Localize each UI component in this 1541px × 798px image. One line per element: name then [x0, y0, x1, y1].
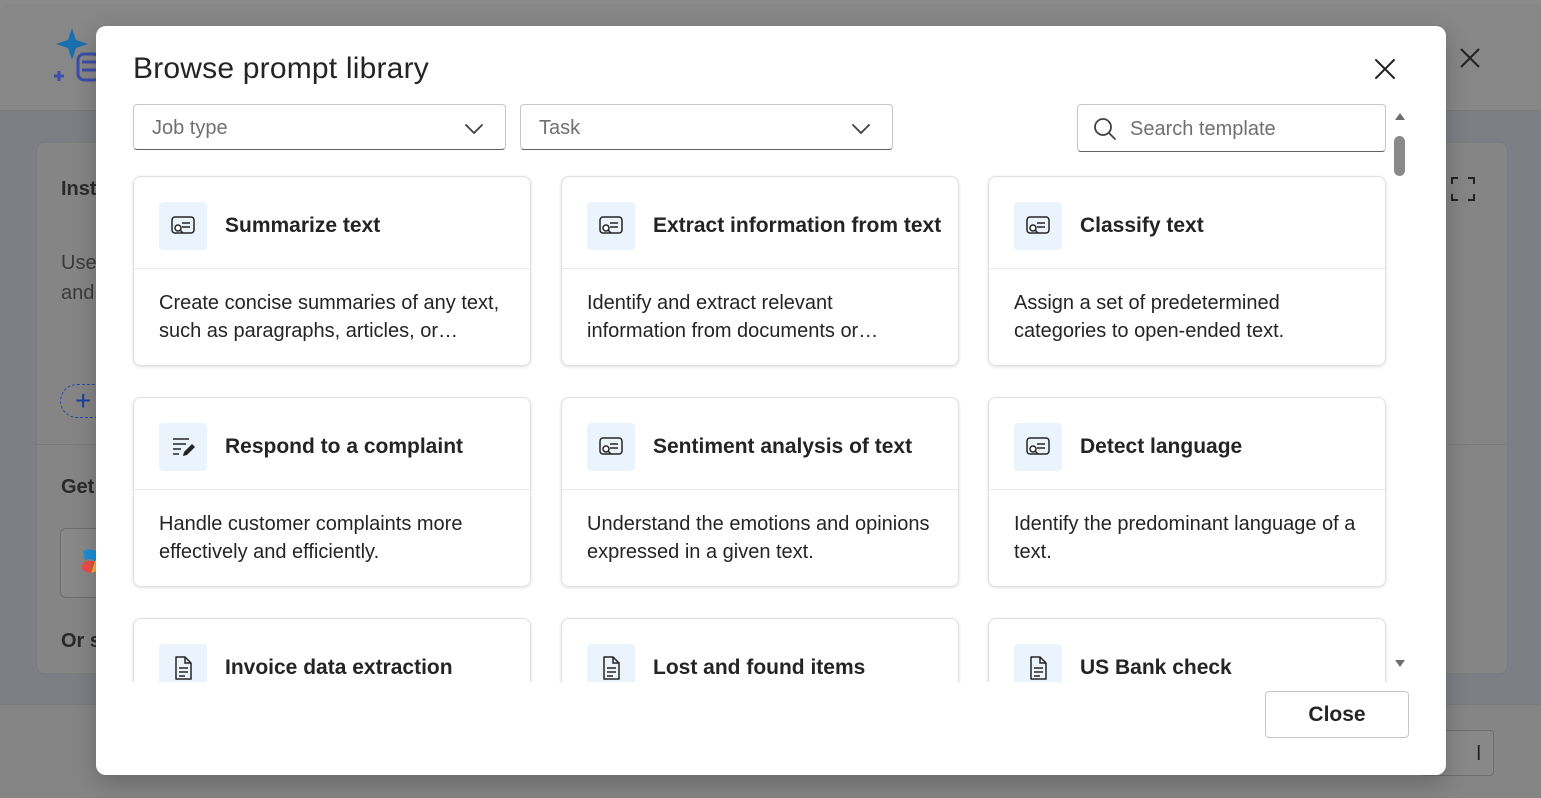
search-template-box: [1077, 104, 1386, 152]
card-title: Invoice data extraction: [225, 656, 453, 679]
prompt-library-dialog: Browse prompt library Job type Task Sear…: [96, 26, 1446, 775]
template-card-us-bank-check[interactable]: US Bank check: [988, 618, 1386, 682]
search-icon: [1094, 118, 1116, 140]
background-close-icon: [1460, 48, 1480, 68]
card-description: Understand the emotions and opinions exp…: [587, 513, 930, 563]
dialog-title: Browse prompt library: [133, 52, 429, 85]
template-card-respond-to-complaint[interactable]: Respond to a complaint Handle customer c…: [133, 397, 531, 587]
background-description-line: and: [61, 282, 95, 304]
scroll-up-arrow-icon[interactable]: [1394, 110, 1406, 122]
card-divider: [989, 268, 1385, 269]
close-button[interactable]: Close: [1265, 691, 1409, 738]
template-card-summarize-text[interactable]: Summarize text Create concise summaries …: [133, 176, 531, 366]
card-icon-container: [587, 423, 635, 471]
expand-icon: [1451, 177, 1475, 201]
text-search-icon: [1026, 437, 1050, 455]
text-edit-icon: [173, 438, 195, 456]
card-icon-container: [1014, 644, 1062, 682]
card-icon-container: [1014, 423, 1062, 471]
card-title: Sentiment analysis of text: [653, 435, 913, 458]
task-dropdown[interactable]: Task: [520, 104, 893, 150]
template-card-extract-information[interactable]: Extract information from text Identify a…: [561, 176, 959, 366]
card-title: Detect language: [1080, 435, 1243, 458]
card-divider: [562, 489, 958, 490]
text-search-icon: [171, 216, 195, 234]
card-icon-container: [159, 423, 207, 471]
document-icon: [175, 656, 192, 680]
template-grid: Summarize text Create concise summaries …: [96, 174, 1390, 682]
background-description-line: Use: [61, 252, 97, 274]
close-icon[interactable]: [1370, 54, 1400, 84]
scrollbar-thumb[interactable]: [1394, 136, 1405, 176]
job-type-placeholder: Job type: [152, 117, 228, 139]
task-placeholder: Task: [539, 117, 581, 139]
card-title: Summarize text: [225, 214, 381, 237]
copilot-logo-icon: [54, 28, 102, 82]
background-section-heading: Inst: [61, 178, 97, 200]
background-add-button: +: [60, 384, 100, 418]
card-divider: [134, 489, 530, 490]
background-card: [60, 528, 101, 598]
chevron-down-icon: [465, 124, 483, 134]
search-template-input[interactable]: [1128, 113, 1377, 145]
card-description: Identify and extract relevant informatio…: [587, 292, 879, 342]
template-card-detect-language[interactable]: Detect language Identify the predominant…: [988, 397, 1386, 587]
card-divider: [134, 268, 530, 269]
card-description: Create concise summaries of any text, su…: [159, 292, 500, 342]
card-description: Assign a set of predetermined categories…: [1014, 292, 1285, 342]
card-description: Handle customer complaints more effectiv…: [159, 513, 463, 563]
document-icon: [1030, 656, 1047, 680]
card-title: Classify text: [1080, 214, 1204, 237]
scroll-down-arrow-icon[interactable]: [1394, 658, 1406, 670]
job-type-dropdown[interactable]: Job type: [133, 104, 506, 150]
card-icon-container: [1014, 202, 1062, 250]
template-card-invoice-data-extraction[interactable]: Invoice data extraction: [133, 618, 531, 682]
card-divider: [562, 268, 958, 269]
card-title: Respond to a complaint: [225, 435, 464, 458]
card-description: Identify the predominant language of a t…: [1014, 513, 1356, 563]
template-card-lost-and-found[interactable]: Lost and found items: [561, 618, 959, 682]
chevron-down-icon: [852, 124, 870, 134]
card-title: US Bank check: [1080, 656, 1232, 679]
text-search-icon: [599, 216, 623, 234]
template-card-classify-text[interactable]: Classify text Assign a set of predetermi…: [988, 176, 1386, 366]
card-divider: [989, 489, 1385, 490]
card-title: Lost and found items: [653, 656, 866, 679]
text-search-icon: [1026, 216, 1050, 234]
card-title: Extract information from text: [653, 214, 942, 237]
card-icon-container: [587, 644, 635, 682]
grid-scrollbar[interactable]: [1392, 110, 1408, 676]
card-icon-container: [587, 202, 635, 250]
background-section-heading: Get: [61, 476, 95, 498]
document-icon: [603, 656, 620, 680]
template-card-sentiment-analysis[interactable]: Sentiment analysis of text Understand th…: [561, 397, 959, 587]
card-icon-container: [159, 202, 207, 250]
card-icon-container: [159, 644, 207, 682]
text-search-icon: [599, 437, 623, 455]
